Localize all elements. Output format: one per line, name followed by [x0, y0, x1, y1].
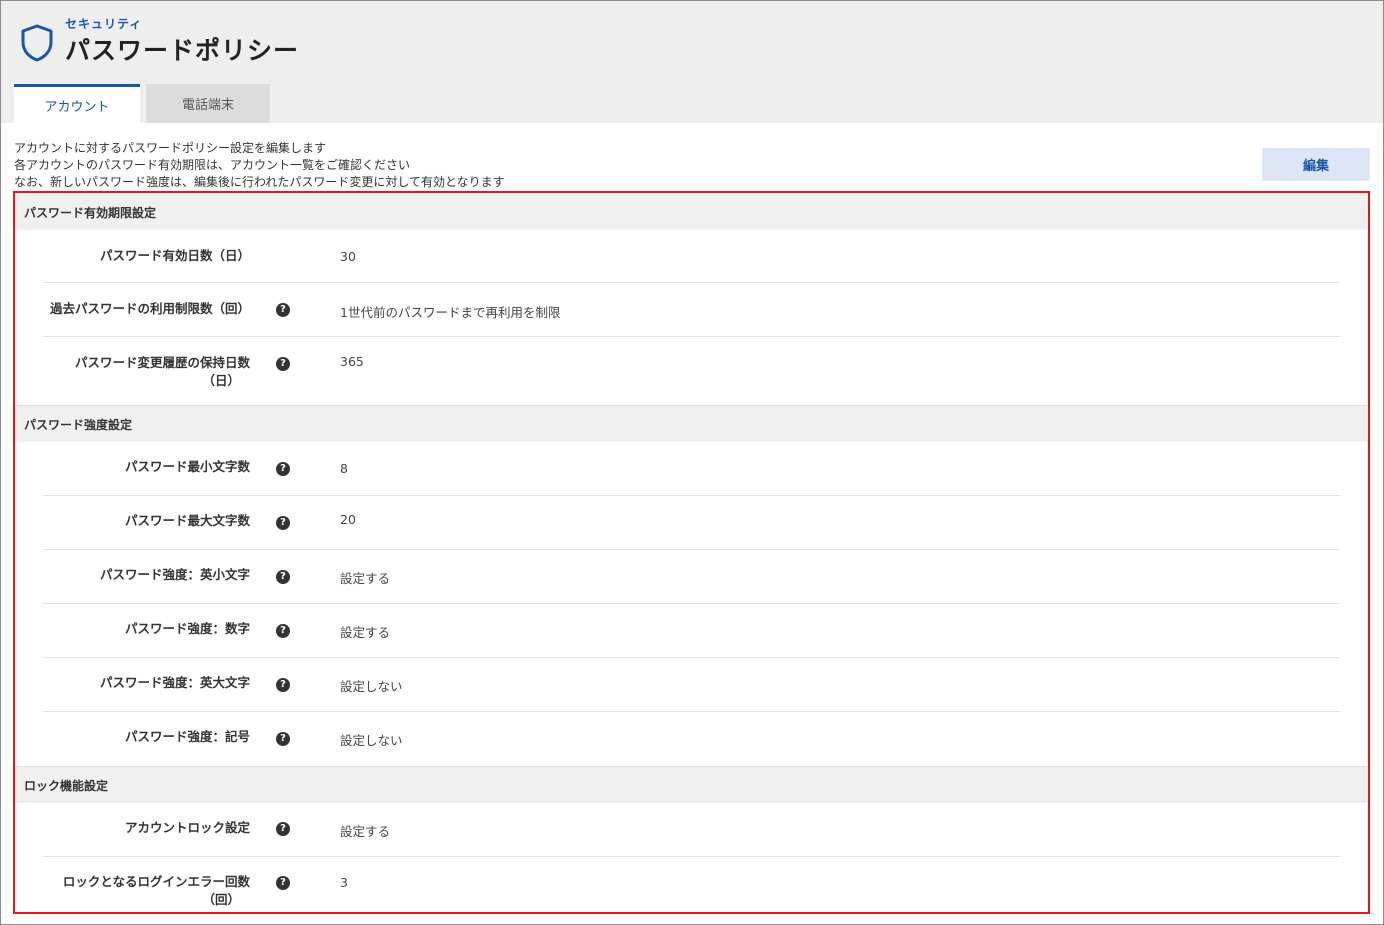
row-value: 8 [340, 461, 348, 476]
row-label: パスワード最大文字数 [124, 513, 250, 528]
help-icon[interactable]: ? [276, 570, 290, 584]
row-label: パスワード強度：英大文字 [99, 675, 250, 690]
help-icon[interactable]: ? [276, 732, 290, 746]
section-header-strength: パスワード強度設定 [15, 405, 1368, 442]
help-icon[interactable]: ? [276, 876, 290, 890]
row-value: 3 [340, 875, 348, 890]
help-icon[interactable]: ? [276, 822, 290, 836]
settings-row: パスワード強度：英小文字 ? 設定する [43, 550, 1340, 604]
description-line: なお、新しいパスワード強度は、編集後に行われたパスワード変更に対して有効となりま… [14, 175, 505, 189]
row-label: ロックとなるログインエラー回数 （回） [43, 873, 250, 909]
row-value: 20 [340, 512, 356, 527]
row-label-line: （日） [202, 373, 240, 388]
description-line: 各アカウントのパスワード有効期限は、アカウント一覧をご確認ください [14, 158, 411, 172]
row-label: アカウントロック設定 [124, 820, 250, 835]
row-label: パスワード強度：記号 [124, 729, 250, 744]
settings-row: ロックとなるログインエラー回数 （回） ? 3 [43, 857, 1340, 911]
row-label: パスワード強度：英小文字 [99, 567, 250, 582]
help-icon[interactable]: ? [276, 678, 290, 692]
row-value: 設定しない [340, 733, 403, 748]
settings-row: パスワード最小文字数 ? 8 [43, 442, 1340, 496]
tab-phone-device[interactable]: 電話端末 [146, 84, 270, 123]
help-icon[interactable]: ? [276, 624, 290, 638]
row-value: 設定する [340, 824, 391, 839]
settings-row: パスワード最大文字数 ? 20 [43, 496, 1340, 550]
row-label: パスワード最小文字数 [124, 459, 250, 474]
help-icon[interactable]: ? [276, 462, 290, 476]
row-value: 設定する [340, 625, 391, 640]
tab-account[interactable]: アカウント [14, 84, 140, 123]
section-header-expiry: パスワード有効期限設定 [15, 193, 1368, 230]
settings-row: アカウントロック設定 ? 設定する [43, 803, 1340, 857]
page-title: パスワードポリシー [65, 36, 300, 65]
row-label: パスワード変更履歴の保持日数 （日） [43, 354, 250, 390]
row-label: 過去パスワードの利用制限数（回） [49, 301, 250, 316]
help-icon[interactable]: ? [276, 357, 290, 371]
settings-row: パスワード強度：英大文字 ? 設定しない [43, 658, 1340, 712]
settings-row: パスワード変更履歴の保持日数 （日） ? 365 [43, 337, 1340, 405]
row-label: パスワード有効日数（日） [99, 248, 250, 263]
section-header-lock: ロック機能設定 [15, 766, 1368, 803]
help-icon[interactable]: ? [276, 516, 290, 530]
row-label-line: ロックとなるログインエラー回数 [62, 874, 250, 889]
description-line: アカウントに対するパスワードポリシー設定を編集します [14, 141, 327, 155]
row-value: 30 [340, 249, 356, 264]
settings-row: パスワード強度：数字 ? 設定する [43, 604, 1340, 658]
settings-row: 過去パスワードの利用制限数（回） ? 1世代前のパスワードまで再利用を制限 [43, 283, 1340, 337]
edit-button[interactable]: 編集 [1262, 148, 1370, 181]
row-label-line: （回） [202, 892, 240, 907]
settings-row: パスワード有効日数（日） 30 [43, 230, 1340, 283]
row-label-line: パスワード変更履歴の保持日数 [74, 355, 250, 370]
row-value: 設定しない [340, 679, 403, 694]
settings-row: パスワード強度：記号 ? 設定しない [43, 712, 1340, 766]
row-value: 設定する [340, 571, 391, 586]
help-icon[interactable]: ? [276, 303, 290, 317]
row-label: パスワード強度：数字 [124, 621, 250, 636]
breadcrumb[interactable]: セキュリティ [65, 15, 142, 32]
row-value: 365 [340, 354, 364, 369]
shield-icon [21, 24, 53, 62]
page-description: アカウントに対するパスワードポリシー設定を編集します 各アカウントのパスワード有… [14, 140, 505, 191]
row-value: 1世代前のパスワードまで再利用を制限 [340, 305, 561, 320]
